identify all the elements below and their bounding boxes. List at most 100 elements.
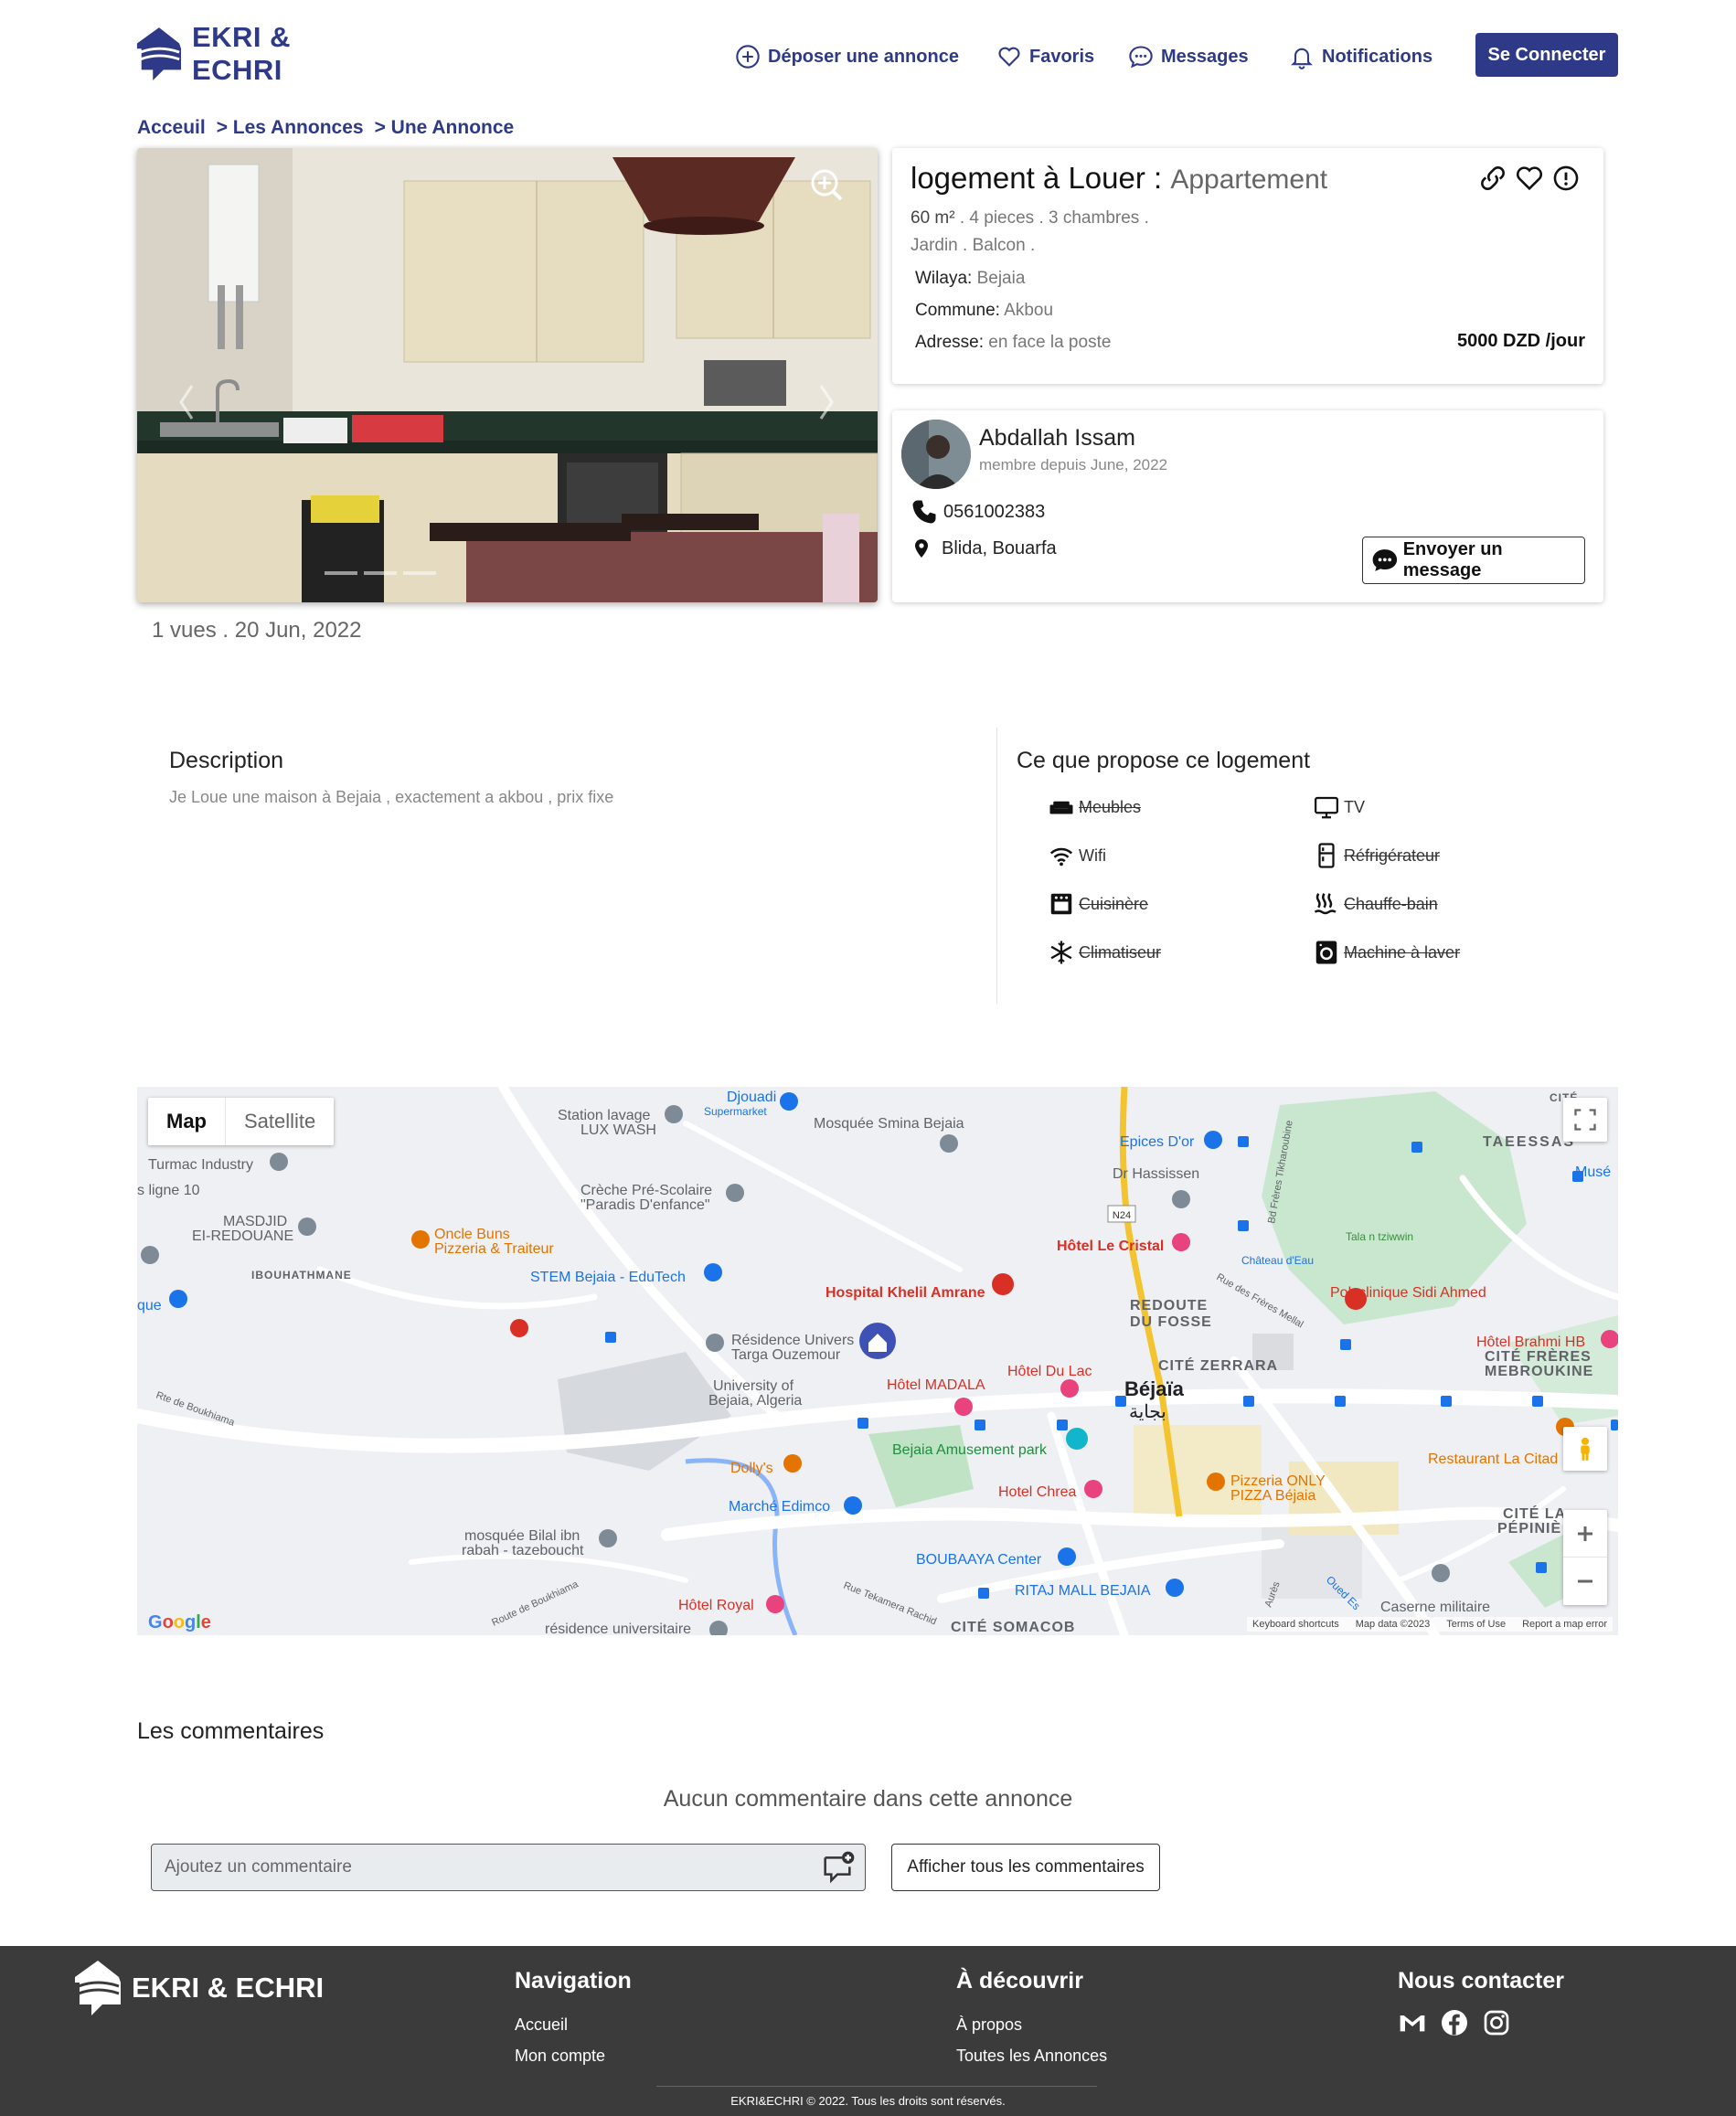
site-footer: EKRI & ECHRI Navigation Accueil Mon comp… [0, 1946, 1736, 2116]
map-label: Béjaïa [1124, 1377, 1185, 1400]
listing-title: logement à Louer : Appartement [911, 161, 1327, 196]
equipment-item: Cuisinère [1048, 888, 1148, 920]
map-label: Targa Ouzemour [731, 1347, 841, 1363]
messages-link[interactable]: Messages [1128, 40, 1249, 73]
report-icon[interactable] [1550, 163, 1582, 194]
equipment-label: TV [1344, 797, 1366, 816]
street-view-pegman[interactable] [1563, 1427, 1607, 1471]
map-label: Hôtel Le Cristal [1057, 1239, 1164, 1254]
comment-input[interactable]: Ajoutez un commentaire [151, 1844, 866, 1891]
map-label: Supermarket [704, 1105, 767, 1118]
map-keyboard-shortcuts[interactable]: Keyboard shortcuts [1252, 1619, 1339, 1630]
footer-divider [656, 2086, 1097, 2087]
equipment-item: Chauffe-bain [1313, 888, 1438, 920]
owner-member-since: membre depuis June, 2022 [979, 456, 1168, 473]
map-label: Mosquée Smina Bejaia [814, 1116, 964, 1132]
pegman-icon [1581, 1437, 1590, 1461]
map-label: Hôtel MADALA [887, 1377, 985, 1393]
footer-link-all-listings[interactable]: Toutes les Annonces [956, 2047, 1107, 2066]
plus-icon [1578, 1526, 1592, 1541]
stove-icon [1050, 893, 1072, 915]
send-message-button[interactable]: Envoyer un message [1362, 537, 1585, 584]
plus-circle-icon [736, 45, 760, 69]
notifications-link[interactable]: Notifications [1289, 40, 1432, 73]
map-label: University of [713, 1378, 794, 1394]
map-label: Station lavage [558, 1108, 651, 1123]
site-logo[interactable]: EKRI & ECHRI [135, 21, 382, 86]
equipment-item: Machine à laver [1313, 936, 1460, 969]
heart-icon [998, 47, 1020, 67]
listing-details: . 4 pieces . 3 chambres . [959, 208, 1149, 228]
add-comment-icon[interactable] [819, 1850, 856, 1887]
breadcrumb-listings[interactable]: > Les Annonces [217, 117, 364, 139]
listing-location-marker[interactable] [859, 1323, 896, 1359]
equipment-label: Climatiseur [1079, 942, 1162, 962]
instagram-icon[interactable] [1482, 2008, 1511, 2037]
map-label: MEBROUKINE [1485, 1364, 1593, 1379]
map-label: s ligne 10 [137, 1183, 200, 1198]
map-label: بجاية [1129, 1402, 1166, 1422]
kitchen-photo [137, 148, 878, 602]
social-links [1398, 2008, 1511, 2037]
map-label: CITÉ LA [1503, 1505, 1566, 1522]
footer-link-about[interactable]: À propos [956, 2015, 1022, 2035]
map-label: Château d'Eau [1241, 1254, 1314, 1267]
chat-bubble-icon [1372, 549, 1398, 571]
footer-link-account[interactable]: Mon compte [515, 2047, 605, 2066]
gmail-icon[interactable] [1398, 2008, 1427, 2037]
location-map[interactable]: N24 Djouadi Supermarket Station lavage L… [137, 1087, 1618, 1635]
listing-title-text: logement à Louer : [911, 161, 1163, 195]
map-label: Pizzeria ONLY [1230, 1473, 1326, 1489]
property-type: Appartement [1170, 165, 1328, 195]
owner-phone[interactable]: 0561002383 [911, 498, 1045, 526]
footer-logo[interactable]: EKRI & ECHRI [73, 1959, 324, 2017]
wifi-icon [1049, 847, 1073, 867]
equipment-label: Meubles [1079, 797, 1142, 816]
map-type-toggle[interactable]: Map Satellite [148, 1098, 335, 1145]
map-data-attribution: Map data ©2023 [1355, 1619, 1431, 1630]
listing-info-card: logement à Louer : Appartement 60 m² . 4… [892, 148, 1603, 384]
link-icon[interactable] [1477, 163, 1508, 194]
map-label: Restaurant La Citad [1428, 1451, 1558, 1467]
map-label: TAEESSAS [1483, 1134, 1575, 1150]
map-label: "Paradis D'enfance" [580, 1197, 710, 1213]
photo-carousel[interactable] [137, 148, 878, 602]
comment-placeholder: Ajoutez un commentaire [165, 1857, 352, 1877]
commune-value: Akbou [1004, 301, 1054, 320]
description-text: Je Loue une maison à Bejaia , exactement… [169, 788, 614, 806]
footer-nav-title: Navigation [515, 1968, 632, 1994]
washing-machine-icon [1315, 941, 1337, 964]
brand-name: EKRI & ECHRI [191, 21, 292, 86]
map-label: PÉPINIÈ [1497, 1519, 1561, 1536]
facebook-icon[interactable] [1440, 2008, 1469, 2037]
section-divider [996, 728, 997, 1004]
zoom-in-button[interactable] [1563, 1510, 1607, 1558]
post-ad-link[interactable]: Déposer une annonce [735, 40, 959, 73]
map-canvas[interactable]: N24 Djouadi Supermarket Station lavage L… [137, 1087, 1618, 1635]
map-type-satellite-button[interactable]: Satellite [225, 1098, 334, 1145]
address-row: Adresse: en face la poste [915, 333, 1111, 353]
heart-icon[interactable] [1514, 163, 1545, 194]
map-terms-link[interactable]: Terms of Use [1446, 1619, 1506, 1630]
listing-area: 60 m² [911, 208, 955, 228]
tv-icon [1315, 796, 1338, 819]
show-all-comments-button[interactable]: Afficher tous les commentaires [891, 1844, 1160, 1891]
map-label: MASDJID [223, 1214, 287, 1229]
owner-avatar[interactable] [901, 420, 971, 489]
map-label: DU FOSSE [1130, 1314, 1212, 1330]
breadcrumb: Acceuil > Les Annonces > Une Annonce [137, 117, 514, 139]
map-report-link[interactable]: Report a map error [1522, 1619, 1607, 1630]
equipment-label: Wifi [1079, 845, 1106, 865]
description-title: Description [169, 748, 284, 773]
breadcrumb-home[interactable]: Acceuil [137, 117, 206, 139]
favorites-link[interactable]: Favoris [996, 40, 1094, 73]
map-type-map-button[interactable]: Map [148, 1098, 225, 1145]
login-button[interactable]: Se Connecter [1475, 33, 1618, 77]
fullscreen-button[interactable] [1563, 1098, 1607, 1142]
zoom-out-button[interactable] [1563, 1558, 1607, 1605]
post-ad-label: Déposer une annonce [768, 46, 959, 67]
map-label: Bejaia, Algeria [708, 1393, 802, 1409]
map-label: Marché Edimco [729, 1499, 830, 1515]
footer-link-home[interactable]: Accueil [515, 2015, 568, 2035]
map-label: CITÉ ZERRARA [1158, 1356, 1278, 1374]
